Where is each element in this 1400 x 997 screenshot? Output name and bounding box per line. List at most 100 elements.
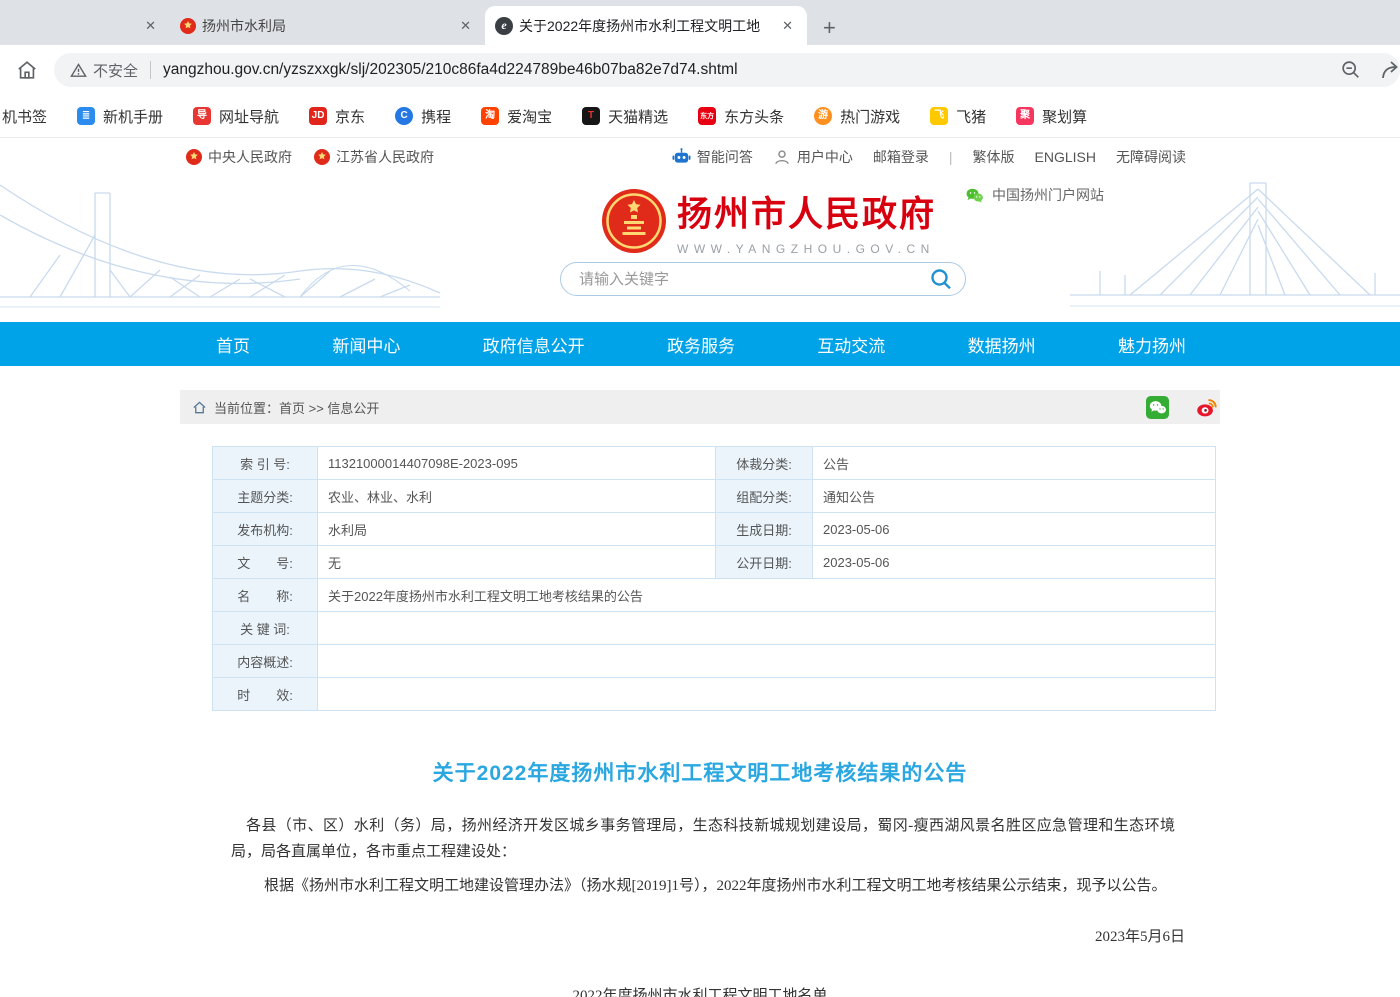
meta-label: 索 引 号: — [213, 447, 318, 480]
mail-login-link[interactable]: 邮箱登录 — [873, 147, 929, 167]
bookmark-label: 爱淘宝 — [507, 106, 552, 127]
close-tab-icon[interactable]: ✕ — [778, 16, 797, 36]
nav-item-interaction[interactable]: 互动交流 — [817, 332, 885, 357]
bookmark-label: 机书签 — [2, 106, 47, 127]
site-logo[interactable]: 扬州市人民政府 WWW.YANGZHOU.GOV.CN — [601, 186, 936, 256]
security-label[interactable]: 不安全 — [93, 60, 138, 81]
close-tab-icon[interactable]: ✕ — [141, 16, 160, 36]
meta-label: 名 称: — [213, 579, 318, 612]
meta-value: 通知公告 — [813, 480, 1216, 513]
bridge-artwork-left — [0, 175, 440, 327]
bookmark-item[interactable]: JD 京东 — [309, 106, 365, 127]
bookmark-favicon: 导 — [193, 107, 211, 125]
browser-tab[interactable]: ✕ — [0, 6, 170, 45]
table-row: 发布机构: 水利局 生成日期: 2023-05-06 — [213, 513, 1216, 546]
url-field[interactable]: 不安全 yangzhou.gov.cn/yzszxxgk/slj/202305/… — [54, 53, 1400, 87]
share-weibo-icon[interactable] — [1195, 396, 1218, 419]
article-date: 2023年5月6日 — [180, 925, 1220, 946]
site-top-bar: 中央人民政府 江苏省人民政府 智能问答 用户中心 邮箱登录 | — [0, 138, 1400, 175]
search-icon[interactable] — [929, 267, 953, 291]
bookmark-favicon: 东方 — [698, 107, 716, 125]
bookmark-item[interactable]: ≣ 新机手册 — [77, 106, 163, 127]
browser-tab[interactable]: 扬州市水利局 ✕ — [170, 6, 485, 45]
share-wechat-icon[interactable] — [1146, 396, 1169, 419]
meta-label: 生成日期: — [716, 513, 813, 546]
central-gov-link[interactable]: 中央人民政府 — [186, 147, 292, 167]
portal-badge[interactable]: 中国扬州门户网站 — [965, 185, 1104, 205]
bookmark-favicon: ≣ — [77, 107, 95, 125]
meta-label: 公开日期: — [716, 546, 813, 579]
home-icon — [192, 400, 207, 415]
table-row: 时 效: — [213, 678, 1216, 711]
meta-value: 无 — [318, 546, 716, 579]
browser-logo-favicon: e — [495, 17, 513, 35]
meta-label: 发布机构: — [213, 513, 318, 546]
accessibility-label: 无障碍阅读 — [1116, 147, 1186, 167]
meta-value — [318, 678, 1216, 711]
meta-label: 主题分类: — [213, 480, 318, 513]
home-icon[interactable] — [10, 59, 44, 81]
bookmark-label: 京东 — [335, 106, 365, 127]
meta-value — [318, 612, 1216, 645]
bookmark-item[interactable]: 机书签 — [2, 106, 47, 127]
bookmark-item[interactable]: 东方 东方头条 — [698, 106, 784, 127]
traditional-version-link[interactable]: 繁体版 — [973, 147, 1015, 167]
close-tab-icon[interactable]: ✕ — [456, 16, 475, 36]
new-tab-button[interactable]: + — [823, 17, 836, 39]
article-paragraph: 根据《扬州市水利工程文明工地建设管理办法》（扬水规[2019]1号），2022年… — [231, 873, 1175, 899]
bookmark-item[interactable]: 飞 飞猪 — [930, 106, 986, 127]
bookmark-item[interactable]: 游 热门游戏 — [814, 106, 900, 127]
zoom-out-icon[interactable] — [1340, 59, 1362, 81]
bookmark-label: 飞猪 — [956, 106, 986, 127]
wechat-icon — [965, 186, 984, 205]
url-text[interactable]: yangzhou.gov.cn/yzszxxgk/slj/202305/210c… — [163, 61, 1324, 79]
bookmark-favicon: C — [395, 107, 413, 125]
not-secure-warning-icon[interactable] — [70, 62, 87, 79]
meta-label: 体裁分类: — [716, 447, 813, 480]
nav-item-home[interactable]: 首页 — [216, 332, 250, 357]
bookmark-label: 热门游戏 — [840, 106, 900, 127]
nav-item-charm[interactable]: 魅力扬州 — [1118, 332, 1186, 357]
bookmark-item[interactable]: 聚 聚划算 — [1016, 106, 1087, 127]
browser-tab-strip: ✕ 扬州市水利局 ✕ e 关于2022年度扬州市水利工程文明工地 ✕ + — [0, 0, 1400, 45]
breadcrumb-text: 当前位置：首页 >> 信息公开 — [214, 398, 379, 417]
portal-label: 中国扬州门户网站 — [992, 185, 1104, 205]
bookmark-item[interactable]: C 携程 — [395, 106, 451, 127]
meta-value: 11321000014407098E-2023-095 — [318, 447, 716, 480]
browser-tab-active[interactable]: e 关于2022年度扬州市水利工程文明工地 ✕ — [485, 6, 807, 45]
bridge-artwork-right — [1070, 175, 1400, 327]
nav-item-data[interactable]: 数据扬州 — [968, 332, 1036, 357]
share-icon[interactable] — [1378, 58, 1400, 82]
accessibility-link[interactable]: 无障碍阅读 — [1116, 147, 1186, 167]
meta-label: 关 键 词: — [213, 612, 318, 645]
central-gov-label: 中央人民政府 — [208, 147, 292, 167]
bookmark-favicon: 聚 — [1016, 107, 1034, 125]
table-row: 关 键 词: — [213, 612, 1216, 645]
main-nav: 首页 新闻中心 政府信息公开 政务服务 互动交流 数据扬州 魅力扬州 — [0, 322, 1400, 366]
meta-label: 时 效: — [213, 678, 318, 711]
bookmark-label: 聚划算 — [1042, 106, 1087, 127]
nav-item-info-disclosure[interactable]: 政府信息公开 — [483, 332, 585, 357]
bookmark-item[interactable]: T 天猫精选 — [582, 106, 668, 127]
english-version-link[interactable]: ENGLISH — [1035, 149, 1096, 165]
gov-emblem-icon — [314, 149, 330, 165]
meta-value: 关于2022年度扬州市水利工程文明工地考核结果的公告 — [318, 579, 1216, 612]
search-input[interactable] — [579, 271, 929, 288]
meta-label: 内容概述: — [213, 645, 318, 678]
bookmark-label: 东方头条 — [724, 106, 784, 127]
bookmark-label: 携程 — [421, 106, 451, 127]
bookmarks-bar: 机书签 ≣ 新机手册 导 网址导航 JD 京东 C 携程 淘 爱淘宝 T 天猫精… — [0, 95, 1400, 138]
bookmark-item[interactable]: 导 网址导航 — [193, 106, 279, 127]
mail-login-label: 邮箱登录 — [873, 147, 929, 167]
nav-item-news[interactable]: 新闻中心 — [332, 332, 400, 357]
meta-value: 公告 — [813, 447, 1216, 480]
jiangsu-gov-link[interactable]: 江苏省人民政府 — [314, 147, 434, 167]
nav-item-services[interactable]: 政务服务 — [667, 332, 735, 357]
table-row: 主题分类: 农业、林业、水利 组配分类: 通知公告 — [213, 480, 1216, 513]
smart-qa-link[interactable]: 智能问答 — [672, 147, 753, 167]
article-body: 各县（市、区）水利（务）局，扬州经济开发区城乡事务管理局，生态科技新城规划建设局… — [231, 813, 1175, 899]
gov-emblem-favicon — [180, 18, 196, 34]
user-center-link[interactable]: 用户中心 — [773, 147, 853, 167]
bookmark-item[interactable]: 淘 爱淘宝 — [481, 106, 552, 127]
bookmark-favicon: 淘 — [481, 107, 499, 125]
